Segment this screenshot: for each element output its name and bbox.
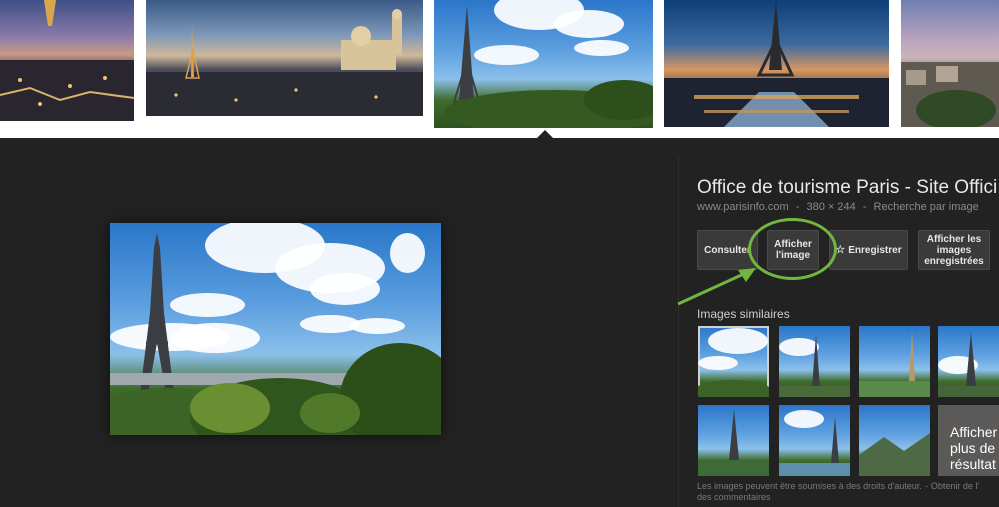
feedback-link[interactable]: Obtenir de l' xyxy=(931,481,979,491)
result-thumbnail-3-selected[interactable] xyxy=(434,0,653,128)
search-by-image-link[interactable]: Recherche par image xyxy=(874,201,979,213)
footer-note: Les images peuvent être soumises à des d… xyxy=(697,481,999,503)
similar-image[interactable] xyxy=(938,326,999,397)
source-domain-link[interactable]: www.parisinfo.com xyxy=(697,201,789,213)
meta-separator: - xyxy=(862,201,867,213)
page-title[interactable]: Office de tourisme Paris - Site Offici xyxy=(697,177,999,199)
copyright-note: Les images peuvent être soumises à des d… xyxy=(697,481,922,491)
view-saved-images-button[interactable]: Afficher les images enregistrées xyxy=(918,230,990,270)
similar-image[interactable] xyxy=(859,326,930,397)
result-thumbnail-2[interactable] xyxy=(146,0,423,116)
save-button[interactable]: ☆ Enregistrer xyxy=(829,230,908,270)
image-dimensions: 380 × 244 xyxy=(806,201,856,213)
result-thumbnail-4[interactable] xyxy=(664,0,889,127)
similar-images-label: Images similaires xyxy=(697,307,790,321)
annotation-arrow xyxy=(677,268,756,306)
similar-image[interactable] xyxy=(859,405,930,476)
similar-image[interactable] xyxy=(698,405,769,476)
more-results-label[interactable]: Afficher plus de résultat xyxy=(950,424,999,472)
comments-link[interactable]: des commentaires xyxy=(697,492,771,502)
footer-separator: - xyxy=(924,481,928,491)
similar-image[interactable] xyxy=(779,326,850,397)
results-strip xyxy=(0,0,999,138)
panel-divider xyxy=(678,155,679,507)
meta-separator: - xyxy=(795,201,800,213)
similar-image[interactable] xyxy=(779,405,850,476)
result-thumbnail-1[interactable] xyxy=(0,0,134,121)
similar-image[interactable] xyxy=(698,326,769,397)
save-label: Enregistrer xyxy=(848,244,902,256)
image-meta: www.parisinfo.com - 380 × 244 - Recherch… xyxy=(697,201,983,213)
preview-image[interactable] xyxy=(110,223,441,435)
result-thumbnail-5[interactable] xyxy=(901,0,999,127)
